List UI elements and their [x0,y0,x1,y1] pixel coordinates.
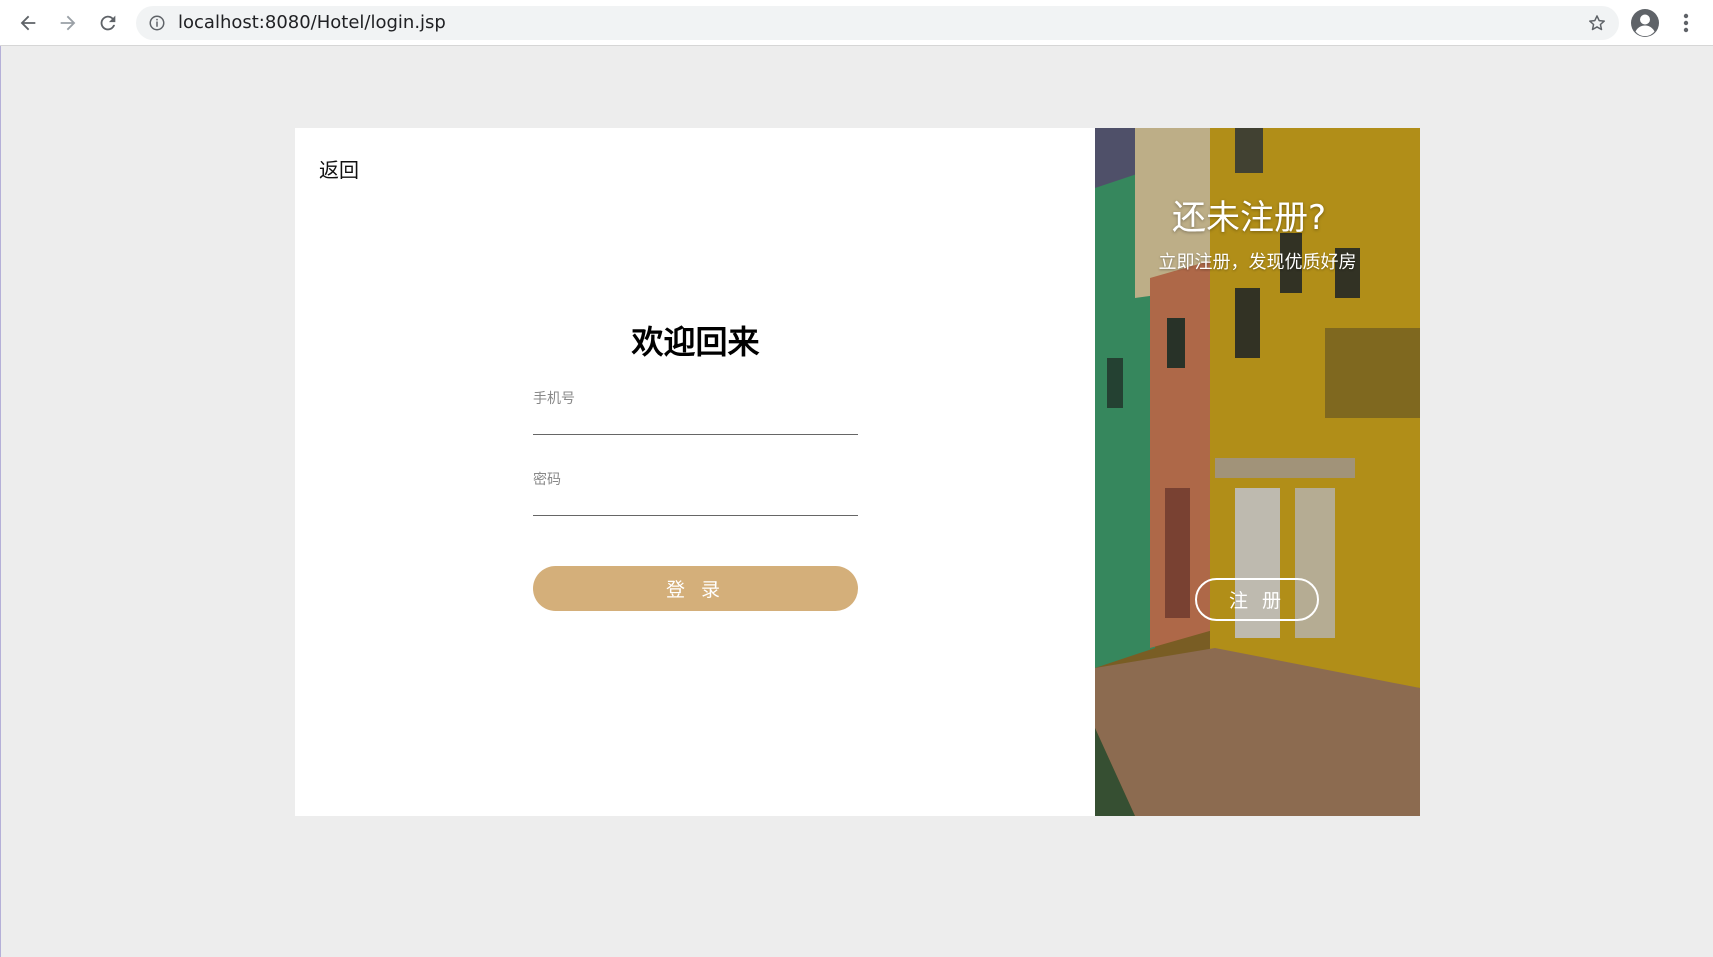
arrow-left-icon [20,15,36,31]
browser-toolbar: localhost:8080/Hotel/login.jsp [0,0,1713,46]
register-subtitle: 立即注册，发现优质好房 [1158,252,1357,273]
info-icon[interactable] [148,14,166,32]
login-card: 返回 欢迎回来 手机号 密码 登 录 还未注册? 立即注册，发现优质好房 注 册 [295,128,1420,816]
window-edge [0,46,1,957]
login-form: 欢迎回来 手机号 密码 登 录 [533,318,862,611]
arrow-right-icon [60,15,76,31]
account-icon[interactable] [1630,8,1660,38]
login-button[interactable]: 登 录 [533,566,858,611]
register-title: 还未注册? [1171,198,1327,238]
phone-input[interactable] [533,406,862,432]
phone-field[interactable]: 手机号 [533,384,862,435]
password-label: 密码 [533,472,561,488]
form-title: 欢迎回来 [631,323,760,361]
reload-icon [100,15,116,31]
register-button[interactable]: 注 册 [1195,578,1319,621]
url-text[interactable]: localhost:8080/Hotel/login.jsp [178,13,446,33]
more-vert-icon[interactable] [1676,11,1696,35]
register-panel: 还未注册? 立即注册，发现优质好房 注 册 [1095,128,1420,816]
back-link[interactable]: 返回 [319,154,359,183]
address-bar[interactable]: localhost:8080/Hotel/login.jsp [136,6,1619,40]
password-field[interactable]: 密码 [533,465,862,516]
back-nav-button[interactable] [14,9,42,37]
reload-button[interactable] [94,9,122,37]
star-icon[interactable] [1587,13,1607,33]
phone-label: 手机号 [533,391,575,407]
password-input[interactable] [533,487,862,513]
forward-nav-button[interactable] [54,9,82,37]
